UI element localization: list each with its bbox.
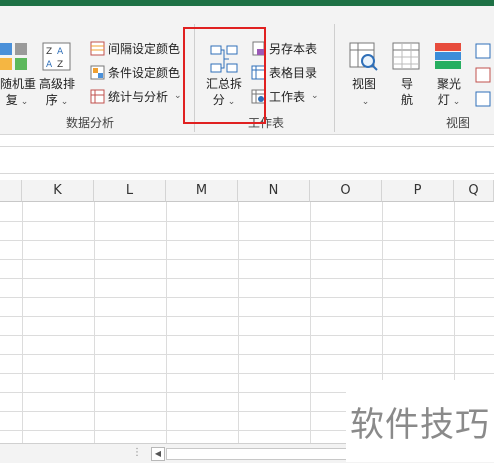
watermark: 软件技巧 [346,380,494,462]
column-header-l[interactable]: L [94,180,166,202]
navigation-icon [392,42,422,72]
column-header-o[interactable]: O [310,180,382,202]
advanced-sort-label-2: 序 [45,93,58,107]
worksheet-menu-button[interactable]: 工作表 ⌄ [251,86,319,106]
random-sort-label-1: 随机重 [0,77,37,91]
chevron-down-icon: ⌄ [311,91,319,101]
condition-color-button[interactable]: 条件设定颜色 [90,62,180,82]
grid-line [0,278,494,279]
worksheet-icon [251,89,266,103]
summary-split-icon [209,44,239,74]
column-header-p[interactable]: P [382,180,454,202]
sort-az-icon: Z A A Z [42,42,72,72]
view-button[interactable]: 视图 ⌄ [346,76,382,110]
interval-color-button[interactable]: 间隔设定颜色 [90,38,180,58]
advanced-sort-label-1: 高级排 [38,77,75,91]
save-sheet-icon [252,41,265,55]
color-grid-icon [0,42,30,72]
grid-line [166,202,167,443]
horizontal-scrollbar[interactable] [166,448,348,460]
column-header-n[interactable]: N [238,180,310,202]
stats-analysis-button[interactable]: 统计与分析 ⌄ [90,86,182,106]
group-title-view: 视图 [446,116,471,130]
navigation-button[interactable]: 导 航 [392,76,422,108]
interval-color-icon [90,41,105,55]
formula-bar[interactable] [0,146,494,174]
chevron-down-icon: ⌄ [60,97,69,107]
condition-color-label: 条件设定颜色 [108,65,181,80]
summary-split-label-1: 汇总拆 [205,77,242,91]
ribbon: 随机重 复 ⌄ Z A A Z 高级排 序 ⌄ 间隔设定颜色 条件设定颜色 统计与分… [0,6,494,135]
grid-line [0,373,494,374]
svg-text:A: A [46,60,53,70]
condition-color-icon [90,65,105,79]
group-title-data-analysis: 数据分析 [66,116,115,130]
group-title-worksheet: 工作表 [248,116,285,130]
svg-text:A: A [57,47,64,57]
stats-analysis-icon [90,89,105,103]
freeze-icon[interactable] [474,40,494,120]
drag-handle-icon[interactable]: ⋮ [132,447,142,458]
svg-text:Z: Z [57,60,63,70]
chevron-down-icon: ⌄ [174,91,182,101]
column-header-k[interactable]: K [22,180,94,202]
chevron-down-icon: ⌄ [227,97,236,107]
spotlight-button[interactable]: 聚光 灯 ⌄ [430,76,468,110]
svg-text:Z: Z [46,47,52,57]
group-separator [334,24,335,132]
table-toc-button[interactable]: 表格目录 [251,62,317,82]
spotlight-label-1: 聚光 [436,77,461,91]
grid-line [0,259,494,260]
grid-line [22,202,23,443]
summary-split-button[interactable]: 汇总拆 分 ⌄ [200,76,248,110]
grid-line [310,202,311,443]
table-toc-icon [251,65,266,79]
group-separator [194,24,195,132]
save-sheet-label: 另存本表 [269,41,318,56]
table-toc-label: 表格目录 [269,65,318,80]
interval-color-label: 间隔设定颜色 [108,41,181,56]
scroll-left-button[interactable]: ◀ [151,447,165,461]
view-icon [349,42,379,72]
navigation-label-1: 导 [400,77,413,91]
view-label: 视图 [351,77,376,91]
navigation-label-2: 航 [400,93,413,107]
chevron-down-icon: ⌄ [20,97,29,107]
stats-analysis-label: 统计与分析 [108,89,169,104]
chevron-down-icon: ⌄ [452,97,461,107]
spotlight-icon [434,42,464,72]
grid-line [94,202,95,443]
random-sort-label-2: 复 [5,93,18,107]
column-header-left[interactable] [0,180,22,202]
chevron-down-icon: ⌄ [361,97,370,107]
grid-line [0,297,494,298]
grid-line [0,354,494,355]
worksheet-menu-label: 工作表 [269,89,306,104]
column-header-m[interactable]: M [166,180,238,202]
random-sort-button[interactable]: 随机重 复 ⌄ [0,76,37,110]
grid-line [238,202,239,443]
grid-line [0,335,494,336]
grid-line [0,221,494,222]
grid-line [0,240,494,241]
save-sheet-button[interactable]: 另存本表 [251,38,317,58]
grid-line [0,316,494,317]
spotlight-label-2: 灯 [437,93,450,107]
summary-split-label-2: 分 [212,93,225,107]
advanced-sort-button[interactable]: 高级排 序 ⌄ [36,76,78,110]
column-header-q[interactable]: Q [454,180,494,202]
